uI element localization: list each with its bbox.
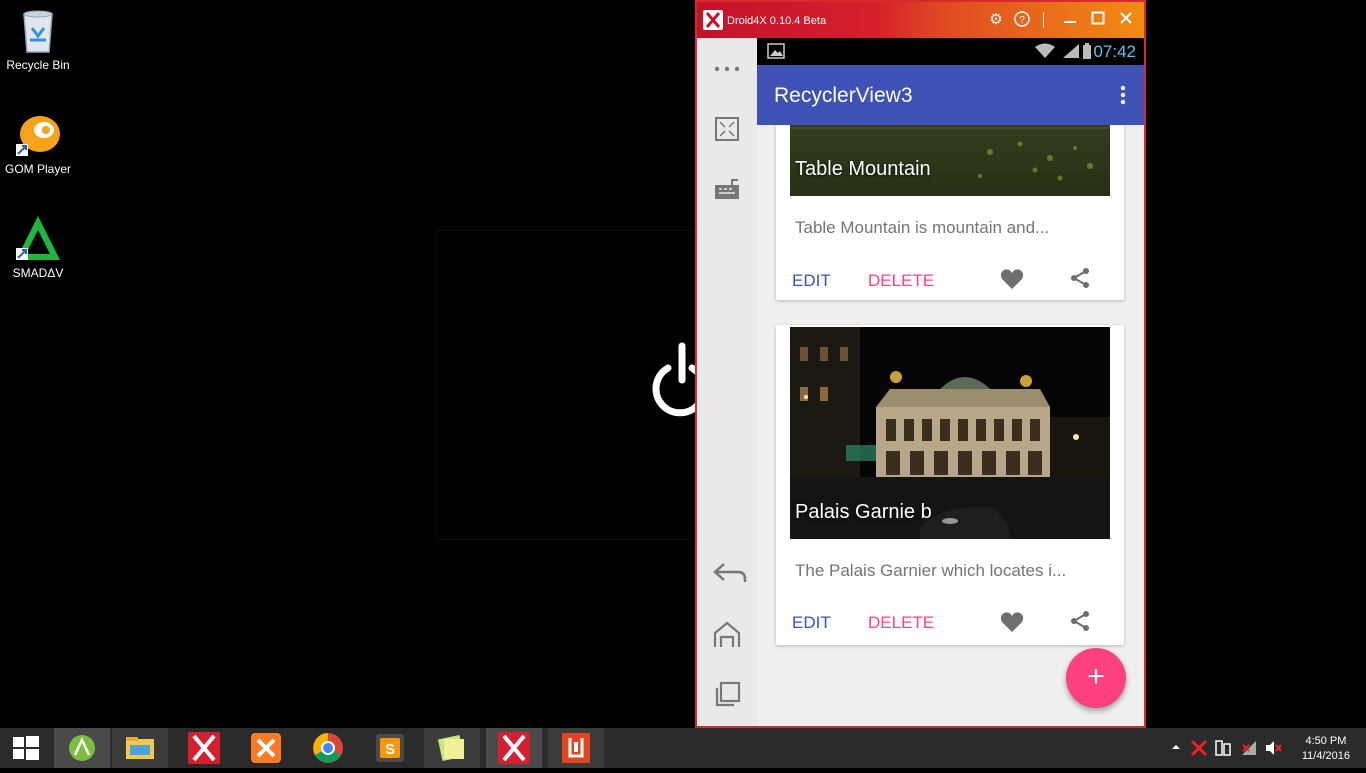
emulator-titlebar[interactable]: Droid4X 0.10.4 Beta ⚙ ? (697, 2, 1144, 38)
app-title: RecyclerView3 (774, 84, 913, 107)
close-icon[interactable] (1117, 11, 1135, 29)
android-screen: 07:42 RecyclerView3 Table Mountain Table… (757, 38, 1144, 726)
taskbar-file-explorer[interactable] (112, 728, 168, 768)
desktop: Recycle Bin GOM Player SMADΔV (0, 0, 1366, 728)
delete-button[interactable]: DELETE (868, 271, 934, 291)
taskbar-droid4x[interactable] (176, 728, 232, 768)
home-icon[interactable] (712, 620, 742, 650)
emulator-window: Droid4X 0.10.4 Beta ⚙ ? 07:42 RecyclerVi… (695, 0, 1146, 728)
signal-icon (1062, 43, 1080, 64)
svg-text:?: ? (1019, 15, 1025, 26)
tray-droid4x-icon[interactable] (1190, 739, 1208, 760)
taskbar-sublime-text[interactable]: S (362, 728, 418, 768)
share-icon[interactable] (1068, 266, 1092, 290)
edit-button[interactable]: EDIT (792, 613, 831, 633)
desktop-icon-label: SMADΔV (12, 266, 64, 280)
clock-date: 11/4/2016 (1301, 750, 1350, 762)
desktop-icon-label: GOM Player (4, 162, 71, 176)
show-hidden-icons-icon[interactable] (1171, 742, 1181, 755)
recent-apps-icon[interactable] (712, 680, 742, 710)
keyboard-mapping-icon[interactable] (712, 176, 742, 206)
overflow-menu-icon[interactable] (1120, 85, 1126, 105)
tray-network-icon[interactable] (1240, 739, 1258, 760)
desktop-icon-gom-player[interactable]: GOM Player (4, 110, 72, 176)
share-icon[interactable] (1068, 609, 1092, 633)
favorite-heart-icon[interactable] (1000, 268, 1024, 290)
droid4x-logo-icon (703, 10, 723, 30)
app-toolbar: RecyclerView3 (757, 65, 1144, 125)
settings-gear-icon[interactable]: ⚙ (987, 11, 1005, 29)
tray-device-icon[interactable] (1214, 739, 1232, 760)
system-tray (1168, 728, 1288, 768)
recycle-bin-icon (14, 6, 62, 54)
maximize-icon[interactable] (1089, 11, 1107, 29)
card-photo: Palais Garnie b (790, 327, 1110, 539)
help-icon[interactable]: ? (1013, 11, 1031, 29)
card-palais-garnier: Palais Garnie b The Palais Garnier which… (776, 325, 1124, 645)
gom-player-icon (14, 110, 62, 158)
taskbar-xampp[interactable] (238, 728, 294, 768)
taskbar-clock[interactable]: 4:50 PM 11/4/2016 (1302, 734, 1350, 764)
wifi-icon (1034, 43, 1056, 64)
emulator-title: Droid4X 0.10.4 Beta (727, 15, 827, 27)
android-status-bar: 07:42 (757, 38, 1144, 65)
card-description: The Palais Garnier which locates i... (795, 561, 1067, 580)
smadav-icon (14, 214, 62, 262)
taskbar-sticky-notes[interactable] (424, 728, 480, 768)
card-caption: Table Mountain (795, 158, 931, 180)
delete-button[interactable]: DELETE (868, 613, 934, 633)
desktop-icon-label: Recycle Bin (6, 58, 70, 72)
status-time: 07:42 (1093, 42, 1136, 61)
minimize-icon[interactable] (1061, 11, 1079, 29)
desktop-icon-smadav[interactable]: SMADΔV (4, 214, 72, 280)
edit-button[interactable]: EDIT (792, 271, 831, 291)
back-icon[interactable] (712, 558, 747, 588)
taskbar-app-red[interactable] (548, 728, 604, 768)
favorite-heart-icon[interactable] (1000, 611, 1024, 633)
more-options-icon[interactable] (712, 54, 742, 84)
svg-text:S: S (385, 741, 395, 758)
emulator-sidebar (697, 38, 757, 726)
titlebar-divider (1043, 12, 1044, 28)
windows-taskbar: S 4:50 PM 11/4/2016 (0, 728, 1366, 768)
battery-icon (1082, 43, 1092, 65)
clock-time: 4:50 PM (1305, 735, 1347, 747)
card-caption: Palais Garnie b (795, 501, 932, 523)
fullscreen-icon[interactable] (712, 114, 742, 144)
taskbar-droid4x-active[interactable] (486, 728, 542, 768)
tray-volume-muted-icon[interactable] (1264, 739, 1282, 760)
start-button[interactable] (0, 728, 52, 768)
taskbar-chrome[interactable] (300, 728, 356, 768)
add-fab-button[interactable]: + (1066, 648, 1126, 708)
desktop-icon-recycle-bin[interactable]: Recycle Bin (4, 6, 72, 72)
taskbar-android-studio[interactable] (54, 728, 110, 768)
card-description: Table Mountain is mountain and... (795, 218, 1050, 237)
gallery-notification-icon (767, 43, 785, 64)
